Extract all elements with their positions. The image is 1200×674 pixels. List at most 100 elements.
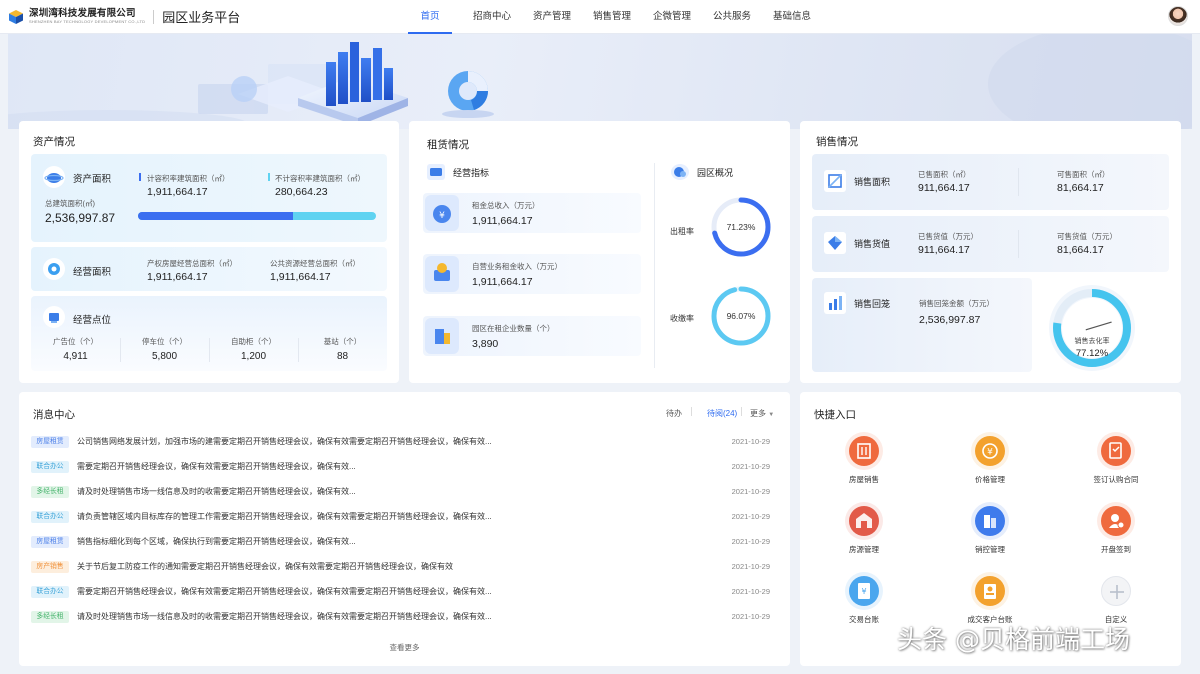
message-text[interactable]: 销售指标细化到每个区域，确保执行到需要定期召开销售经理会议，确保有效...	[77, 536, 697, 547]
nav-sales[interactable]: 销售管理	[584, 0, 640, 34]
quick-entry-item[interactable]: ¥ 交易台账	[824, 576, 904, 638]
point-station: 基站（个） 88	[298, 336, 387, 362]
plus-icon[interactable]	[1101, 576, 1131, 606]
total-area-value: 2,536,997.87	[45, 211, 116, 225]
message-text[interactable]: 需要定期召开销售经理会议，确保有效需要定期召开销售经理会议，确保有效需要定期召开…	[77, 586, 697, 597]
company-name: 深圳湾科技发展有限公司	[29, 7, 136, 19]
building-icon[interactable]	[849, 436, 879, 466]
message-row[interactable]: 联合办公 请负责管辖区域内目标库存的管理工作需要定期召开销售经理会议，确保有效需要…	[31, 509, 773, 525]
quick-entry-item[interactable]: 签订认购合同	[1076, 436, 1156, 498]
message-row[interactable]: 房屋租赁 销售指标细化到每个区域，确保执行到需要定期召开销售经理会议，确保有效..…	[31, 534, 773, 550]
sold-area-value: 911,664.17	[918, 182, 970, 194]
top-header: 深圳湾科技发展有限公司 SHENZHEN BAY TECHNOLOGY DEVE…	[0, 0, 1200, 34]
banner-illustration	[8, 34, 1192, 129]
sales-area-icon	[824, 170, 846, 192]
message-row[interactable]: 多经长租 请及时处理销售市场一线信息及时的收需要定期召开销售经理会议，确保有效..…	[31, 484, 773, 500]
chevron-down-icon: ▼	[768, 412, 775, 418]
quick-entry-item[interactable]: 房屋销售	[824, 436, 904, 498]
house-icon[interactable]	[849, 506, 879, 536]
tab-more[interactable]: 更多 ▼	[750, 408, 774, 419]
counted-area-value: 1,911,664.17	[147, 186, 208, 198]
message-text[interactable]: 请及时处理销售市场一线信息及时的收需要定期召开销售经理会议，确保有效...	[77, 486, 697, 497]
total-area-label: 总建筑面积(㎡)	[45, 199, 95, 208]
operation-gear-icon	[43, 258, 65, 280]
sales-card: 销售情况 销售面积 已售面积（㎡） 911,664.17 可售面积（㎡） 81,…	[800, 121, 1181, 383]
message-category-tag: 多经长租	[31, 486, 69, 498]
user-avatar[interactable]	[1168, 6, 1188, 26]
main-nav: 首页 招商中心 资产管理 销售管理 企微管理 公共服务 基础信息	[408, 0, 820, 34]
sold-value-value: 911,664.17	[918, 244, 970, 256]
asset-area-panel: 资产面积 总建筑面积(㎡) 2,536,997.87 计容积率建筑面积（㎡） 1…	[31, 154, 387, 242]
nav-assets[interactable]: 资产管理	[524, 0, 580, 34]
message-text[interactable]: 关于节后复工防疫工作的通知需要定期召开销售经理会议，确保有效需要定期召开销售经理…	[77, 561, 697, 572]
message-center-title: 消息中心	[33, 409, 75, 421]
rent-income-label: 租金总收入（万元）	[472, 201, 540, 210]
svg-text:¥: ¥	[439, 211, 445, 221]
message-row[interactable]: 联合办公 需要定期召开销售经理会议，确保有效需要定期召开销售经理会议，确保有效..…	[31, 459, 773, 475]
coins-icon	[425, 256, 459, 292]
quick-entry-item[interactable]: ¥ 价格管理	[950, 436, 1030, 498]
message-category-tag: 多经长租	[31, 611, 69, 623]
quick-entry-title: 快捷入口	[814, 409, 856, 421]
area-ratio-bar	[138, 212, 376, 220]
nav-public-service[interactable]: 公共服务	[704, 0, 760, 34]
message-date: 2021-10-29	[731, 587, 770, 596]
avail-area-value: 81,664.17	[1057, 182, 1104, 194]
sales-card-title: 销售情况	[816, 136, 858, 148]
avail-area-label: 可售面积（㎡）	[1057, 170, 1110, 179]
quick-entry-item[interactable]: 销控管理	[950, 506, 1030, 568]
nav-investment[interactable]: 招商中心	[464, 0, 520, 34]
tab-more-label: 更多	[750, 409, 766, 418]
payback-value: 2,536,997.87	[919, 314, 981, 326]
hero-banner	[8, 34, 1192, 129]
sales-area-panel: 销售面积 已售面积（㎡） 911,664.17 可售面积（㎡） 81,664.1…	[812, 154, 1169, 210]
message-row[interactable]: 房屋租赁 公司销售网络发展计划，加强市场的建需要定期召开销售经理会议，确保有效需要…	[31, 434, 773, 450]
message-text[interactable]: 请负责管辖区域内目标库存的管理工作需要定期召开销售经理会议，确保有效需要定期召开…	[77, 511, 697, 522]
gauge-label: 销售去化率	[1075, 336, 1110, 345]
tenants-value: 3,890	[472, 338, 499, 350]
operation-area-panel: 经营面积 产权房屋经营总面积（㎡） 1,911,664.17 公共资源经营总面积…	[31, 247, 387, 291]
point-station-label: 基站（个）	[323, 337, 362, 346]
indicator-rent-income: ¥ 租金总收入（万元） 1,911,664.17	[423, 193, 641, 233]
sign-in-icon[interactable]	[1101, 506, 1131, 536]
indicators-card-icon	[427, 164, 445, 180]
message-row[interactable]: 房产销售 关于节后复工防疫工作的通知需要定期召开销售经理会议，确保有效需要定期召开…	[31, 559, 773, 575]
tab-to-read[interactable]: 待阅(24)	[707, 408, 737, 419]
price-icon[interactable]: ¥	[975, 436, 1005, 466]
point-parking: 停车位（个） 5,800	[120, 336, 209, 362]
message-text[interactable]: 公司销售网络发展计划，加强市场的建需要定期召开销售经理会议，确保有效需要定期召开…	[77, 436, 697, 447]
quick-entry-item[interactable]: 房源管理	[824, 506, 904, 568]
customer-ledger-icon[interactable]	[975, 576, 1005, 606]
sold-area-label: 已售面积（㎡）	[918, 170, 971, 179]
message-row[interactable]: 多经长租 请及时处理销售市场一线信息及时的收需要定期召开销售经理会议，确保有效需要…	[31, 609, 773, 625]
self-income-label: 自营业务租金收入（万元）	[472, 262, 562, 271]
message-row[interactable]: 联合办公 需要定期召开销售经理会议，确保有效需要定期召开销售经理会议，确保有效需要…	[31, 584, 773, 600]
sell-through-gauge: 销售去化率 77.12%	[1049, 285, 1135, 371]
message-date: 2021-10-29	[731, 562, 770, 571]
nav-home[interactable]: 首页	[408, 0, 452, 34]
quick-entry-item[interactable]: 开盘签到	[1076, 506, 1156, 568]
message-date: 2021-10-29	[731, 512, 770, 521]
company-logo[interactable]: 深圳湾科技发展有限公司 SHENZHEN BAY TECHNOLOGY DEVE…	[8, 7, 240, 26]
operation-points-panel: 经营点位 广告位（个） 4,911 停车位（个） 5,800 自助柜（个） 1,…	[31, 296, 387, 371]
nav-wecom[interactable]: 企微管理	[644, 0, 700, 34]
point-locker-label: 自助柜（个）	[231, 337, 276, 346]
occupancy-rate-ring: 71.23%	[711, 197, 771, 257]
sales-area-divider	[1018, 168, 1019, 196]
message-category-tag: 联合办公	[31, 461, 69, 473]
area-ratio-fill	[138, 212, 293, 220]
ledger-icon[interactable]: ¥	[849, 576, 879, 606]
points-pin-icon	[43, 306, 65, 328]
nav-basic-info[interactable]: 基础信息	[764, 0, 820, 34]
tab-divider	[691, 407, 692, 416]
point-parking-label: 停车位（个）	[142, 337, 187, 346]
message-category-tag: 房屋租赁	[31, 536, 69, 548]
message-text[interactable]: 请及时处理销售市场一线信息及时的收需要定期召开销售经理会议，确保有效需要定期召开…	[77, 611, 697, 622]
contract-icon[interactable]	[1101, 436, 1131, 466]
avail-value-label: 可售货值（万元）	[1057, 232, 1117, 241]
tab-todo[interactable]: 待办	[666, 408, 682, 419]
sales-control-icon[interactable]	[975, 506, 1005, 536]
view-more-link[interactable]: 查看更多	[19, 642, 790, 653]
svg-text:¥: ¥	[987, 448, 993, 458]
message-text[interactable]: 需要定期召开销售经理会议，确保有效需要定期召开销售经理会议，确保有效...	[77, 461, 697, 472]
